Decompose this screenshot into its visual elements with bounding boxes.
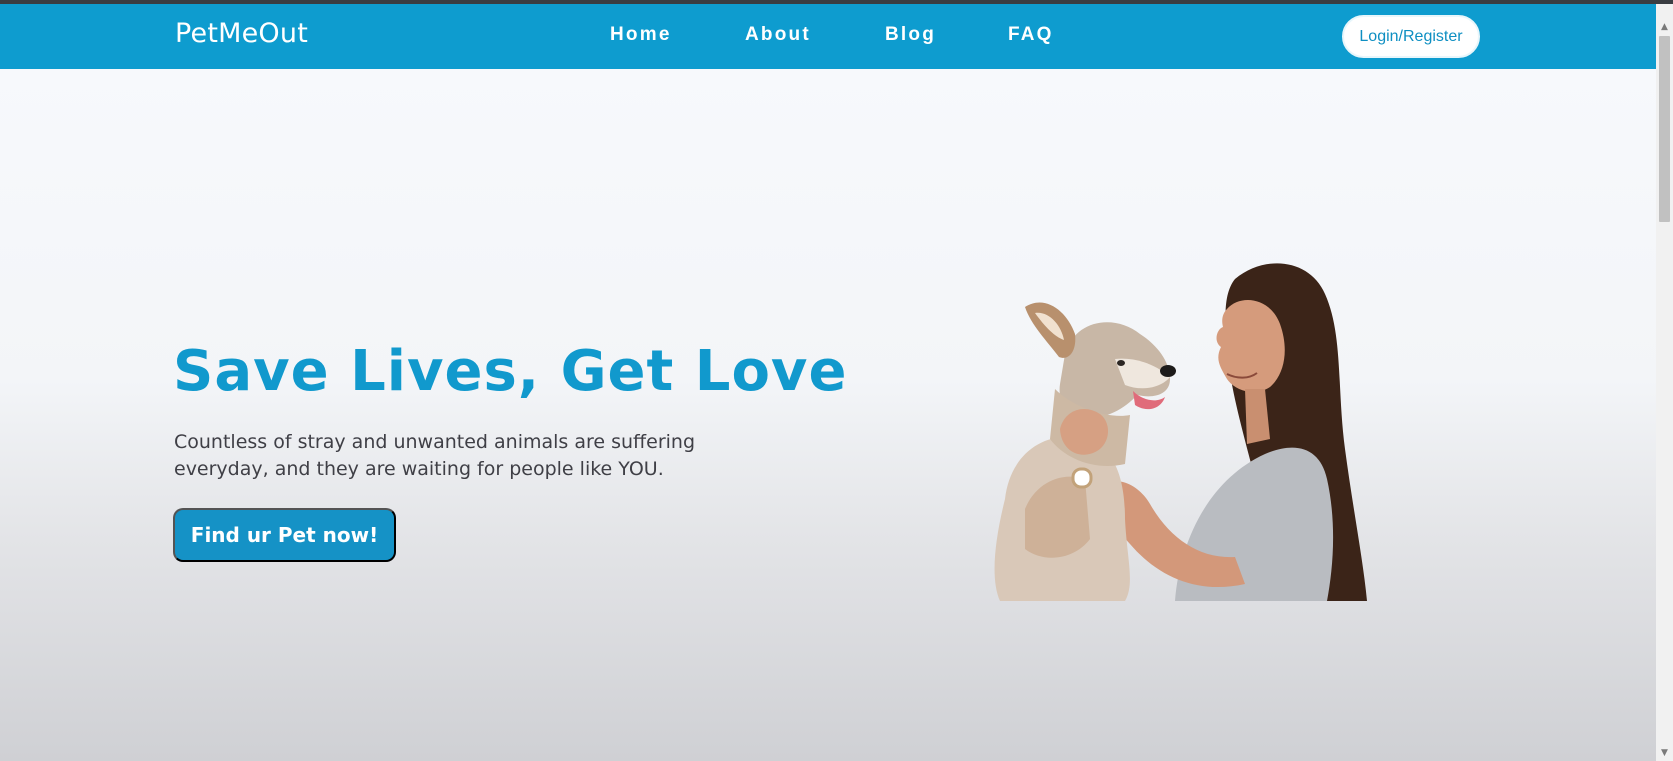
nav-link-faq[interactable]: FAQ — [1008, 24, 1054, 46]
hero-section: Save Lives, Get Love Countless of stray … — [0, 69, 1656, 761]
scrollbar-thumb[interactable] — [1659, 36, 1670, 222]
hero-headline: Save Lives, Get Love — [173, 339, 848, 404]
hero-subtext-line-1: Countless of stray and unwanted animals … — [174, 431, 696, 453]
login-register-button[interactable]: Login/Register — [1342, 15, 1480, 58]
vertical-scrollbar[interactable]: ▲ ▼ — [1656, 4, 1673, 761]
nav-link-home[interactable]: Home — [610, 24, 672, 46]
navbar: PetMeOut Home About Blog FAQ Login/Regis… — [0, 4, 1656, 69]
browser-viewport: PetMeOut Home About Blog FAQ Login/Regis… — [0, 0, 1673, 761]
scroll-down-arrow-icon[interactable]: ▼ — [1656, 744, 1673, 761]
find-pet-button[interactable]: Find ur Pet now! — [173, 508, 396, 562]
hero-subtext: Countless of stray and unwanted animals … — [174, 429, 754, 483]
scroll-up-arrow-icon[interactable]: ▲ — [1656, 18, 1673, 35]
woman-with-dog-image — [994, 263, 1367, 601]
hero-subtext-line-2: everyday, and they are waiting for peopl… — [174, 458, 664, 480]
nav-link-blog[interactable]: Blog — [885, 24, 936, 46]
nav-link-about[interactable]: About — [745, 24, 811, 46]
